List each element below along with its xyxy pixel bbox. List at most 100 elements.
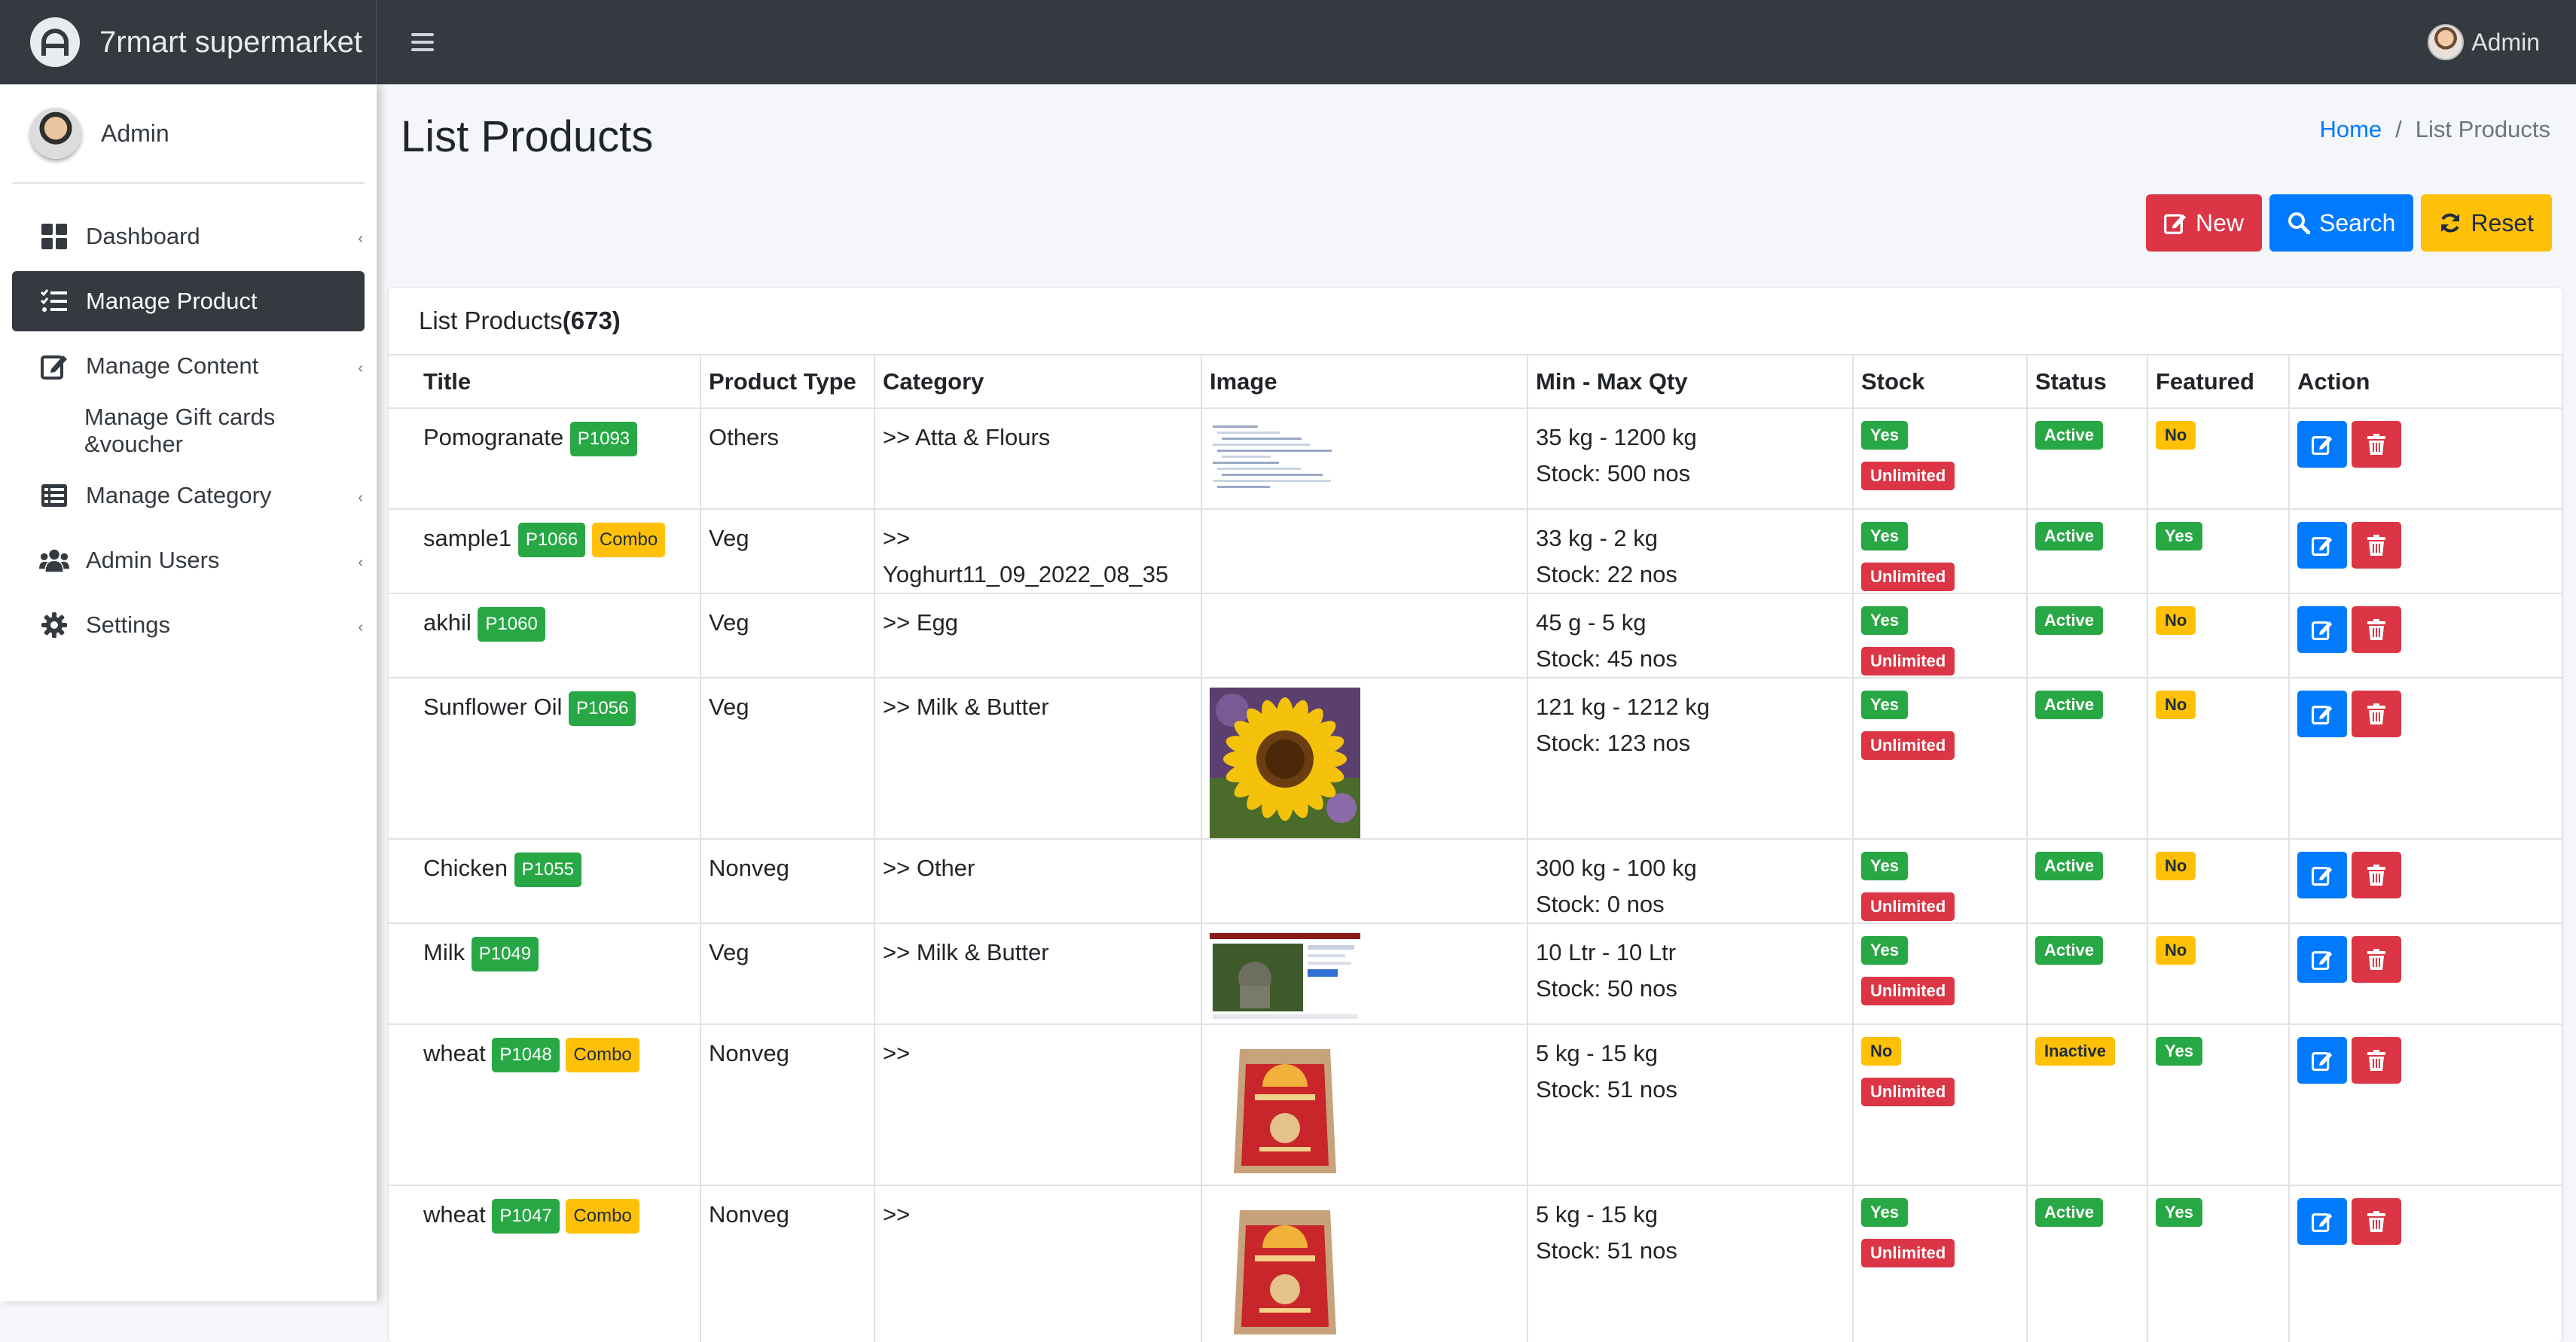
search-button[interactable]: Search: [2269, 194, 2414, 252]
status-badge[interactable]: Active: [2035, 606, 2104, 635]
reset-button[interactable]: Reset: [2421, 194, 2552, 252]
cell-featured: Yes: [2147, 509, 2290, 594]
featured-badge[interactable]: No: [2156, 936, 2196, 965]
featured-badge[interactable]: Yes: [2156, 1198, 2202, 1227]
list-icon: [39, 480, 69, 511]
sidebar-item-label: Manage Gift cards &voucher: [84, 404, 276, 457]
top-navbar: 7rmart supermarket Admin: [0, 0, 2576, 84]
sidebar-item-manage-product[interactable]: Manage Product: [12, 271, 365, 331]
edit-button[interactable]: [2297, 1198, 2347, 1245]
status-badge[interactable]: Active: [2035, 522, 2104, 551]
column-header[interactable]: Min - Max Qty: [1527, 355, 1854, 409]
featured-badge[interactable]: Yes: [2156, 522, 2202, 551]
cell-image: [1201, 408, 1528, 510]
cell-image: [1201, 923, 1528, 1025]
cell-category: >> Milk & Butter: [874, 923, 1202, 1025]
featured-badge[interactable]: No: [2156, 421, 2196, 450]
main-content: List Products Home / List Products New Sea…: [377, 84, 2576, 1342]
sidebar-item-manage-content[interactable]: Manage Content ‹: [12, 336, 365, 396]
edit-button[interactable]: [2297, 936, 2347, 983]
user-menu[interactable]: Admin: [2428, 0, 2540, 84]
stock-badge: No: [1861, 1037, 1902, 1066]
cell-title: Milk P1049: [389, 923, 701, 1025]
sidebar-item-label: Dashboard: [86, 223, 200, 249]
featured-badge[interactable]: No: [2156, 852, 2196, 880]
product-title: Sunflower Oil: [423, 694, 563, 720]
breadcrumb-home-link[interactable]: Home: [2319, 116, 2382, 142]
cell-stock: Yes Unlimited: [1852, 509, 2028, 594]
edit-button[interactable]: [2297, 1037, 2347, 1084]
sidebar-user-panel[interactable]: Admin: [12, 84, 365, 184]
delete-button[interactable]: [2352, 606, 2401, 653]
unlimited-badge: Unlimited: [1861, 731, 1955, 760]
status-badge[interactable]: Active: [2035, 691, 2104, 719]
column-header[interactable]: Status: [2026, 355, 2148, 409]
delete-button[interactable]: [2352, 936, 2401, 983]
table-row: Pomogranate P1093 Others >> Atta & Flour…: [389, 408, 2562, 510]
brand-link[interactable]: 7rmart supermarket: [0, 0, 377, 84]
status-badge[interactable]: Active: [2035, 421, 2104, 450]
edit-button[interactable]: [2297, 421, 2347, 468]
column-header[interactable]: Action: [2288, 355, 2562, 409]
unlimited-badge: Unlimited: [1861, 1078, 1955, 1106]
product-title: akhil: [423, 609, 472, 636]
column-header[interactable]: Stock: [1852, 355, 2028, 409]
delete-button[interactable]: [2352, 1037, 2401, 1084]
sidebar-item-manage-category[interactable]: Manage Category ‹: [12, 465, 365, 526]
delete-button[interactable]: [2352, 852, 2401, 898]
trash-icon: [2367, 949, 2385, 970]
edit-button[interactable]: [2297, 691, 2347, 737]
menu-toggle-icon[interactable]: [411, 33, 434, 51]
column-header[interactable]: Product Type: [700, 355, 875, 409]
sidebar-item-gift-cards[interactable]: Manage Gift cards &voucher: [12, 401, 365, 461]
column-header[interactable]: Image: [1201, 355, 1528, 409]
status-badge[interactable]: Active: [2035, 936, 2104, 965]
column-header[interactable]: Featured: [2147, 355, 2290, 409]
cell-title: Sunflower Oil P1056: [389, 678, 701, 840]
cell-status: Active: [2026, 1185, 2148, 1342]
edit-button[interactable]: [2297, 606, 2347, 653]
cell-stock: No Unlimited: [1852, 1024, 2028, 1186]
product-code-badge: P1047: [492, 1198, 560, 1234]
chevron-icon: ‹: [358, 230, 363, 247]
edit-icon: [2164, 214, 2187, 234]
featured-badge[interactable]: No: [2156, 691, 2196, 719]
column-header[interactable]: Category: [874, 355, 1202, 409]
featured-badge[interactable]: Yes: [2156, 1037, 2202, 1066]
trash-icon: [2367, 535, 2385, 556]
cell-status: Active: [2026, 839, 2148, 924]
cell-status: Inactive: [2026, 1024, 2148, 1186]
table-row: wheat P1047 Combo Nonveg >> 5 kg - 15 kg…: [389, 1185, 2562, 1342]
product-image: [1210, 1034, 1519, 1185]
cell-featured: No: [2147, 923, 2290, 1025]
delete-button[interactable]: [2352, 691, 2401, 737]
delete-button[interactable]: [2352, 1198, 2401, 1245]
edit-button[interactable]: [2297, 522, 2347, 569]
delete-button[interactable]: [2352, 522, 2401, 569]
brand-name: 7rmart supermarket: [99, 25, 362, 59]
cell-image: [1201, 1024, 1528, 1186]
new-button[interactable]: New: [2146, 194, 2263, 252]
stock-badge: Yes: [1861, 936, 1908, 965]
sidebar-item-settings[interactable]: Settings ‹: [12, 595, 365, 655]
stock-count: Stock: 500 nos: [1536, 460, 1691, 486]
cell-image: [1201, 593, 1528, 679]
edit-button[interactable]: [2297, 852, 2347, 898]
sidebar-item-dashboard[interactable]: Dashboard ‹: [12, 206, 365, 267]
featured-badge[interactable]: No: [2156, 606, 2196, 635]
status-badge[interactable]: Active: [2035, 852, 2104, 880]
search-icon: [2288, 212, 2311, 234]
card-header: List Products (673): [389, 288, 2562, 355]
product-code-badge: P1060: [478, 606, 545, 642]
status-badge[interactable]: Active: [2035, 1198, 2104, 1227]
cell-product-type: Nonveg: [700, 839, 875, 924]
status-badge[interactable]: Inactive: [2035, 1037, 2115, 1066]
sidebar-item-admin-users[interactable]: Admin Users ‹: [12, 530, 365, 590]
min-max-qty: 5 kg - 15 kg: [1536, 1201, 1658, 1228]
cell-featured: No: [2147, 408, 2290, 510]
cell-stock: Yes Unlimited: [1852, 593, 2028, 679]
product-code-badge: P1056: [568, 691, 636, 726]
delete-button[interactable]: [2352, 421, 2401, 468]
column-header[interactable]: Title: [389, 355, 701, 409]
cell-category: >> Other: [874, 839, 1202, 924]
